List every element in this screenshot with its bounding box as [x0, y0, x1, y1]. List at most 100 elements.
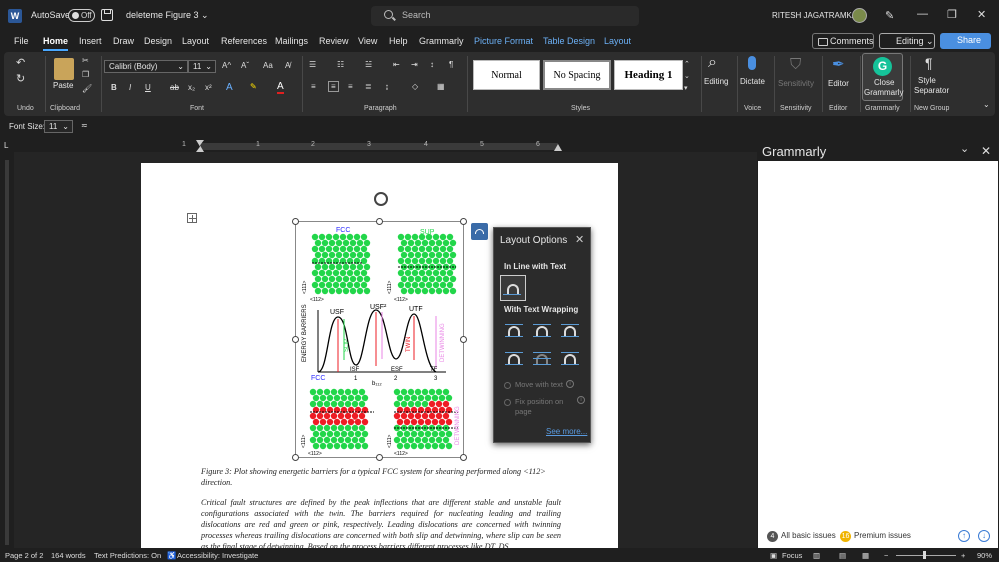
next-issue-icon[interactable]: ↓: [978, 530, 990, 542]
info-icon[interactable]: i: [577, 396, 585, 404]
resize-handle[interactable]: [292, 336, 299, 343]
wrap-inline-option[interactable]: [500, 275, 526, 301]
align-center-icon[interactable]: ≡: [328, 81, 339, 92]
restore-icon[interactable]: ❐: [947, 8, 957, 21]
tab-design[interactable]: Design: [144, 36, 172, 46]
grow-font-icon[interactable]: A^: [222, 61, 231, 70]
zoom-slider[interactable]: [896, 555, 956, 556]
rotate-handle-icon[interactable]: [374, 192, 388, 206]
style-separator-line1[interactable]: Style: [918, 76, 936, 85]
wrap-in-front-option[interactable]: [558, 349, 580, 366]
customize-icon[interactable]: ≂: [81, 121, 88, 130]
editing-mode-button[interactable]: Editing ⌄: [879, 33, 935, 49]
ribbon-collapse-icon[interactable]: ⌄: [983, 100, 990, 109]
numbering-icon[interactable]: ☷: [337, 60, 344, 69]
show-marks-icon[interactable]: ¶: [449, 60, 453, 69]
zoom-slider-knob[interactable]: [923, 551, 926, 559]
user-name[interactable]: RITESH JAGATRAMKA: [772, 11, 857, 20]
tab-file[interactable]: File: [14, 36, 29, 46]
save-icon[interactable]: [101, 9, 113, 21]
resize-handle[interactable]: [460, 218, 467, 225]
horizontal-ruler[interactable]: L 1 1 2 3 4 5 6: [0, 140, 757, 152]
figure-image[interactable]: FCC SUP <112> <112> <111> <111> USF USF²…: [292, 192, 467, 461]
find-icon[interactable]: ⌕: [708, 54, 717, 72]
paste-icon[interactable]: [54, 58, 74, 80]
tab-help[interactable]: Help: [389, 36, 408, 46]
comments-button[interactable]: Comments: [812, 33, 874, 49]
wrap-square-option[interactable]: [502, 321, 524, 338]
microphone-icon[interactable]: [748, 56, 756, 70]
layout-options-button[interactable]: [471, 223, 488, 240]
tab-stop-icon[interactable]: L: [4, 141, 8, 150]
tab-grammarly[interactable]: Grammarly: [419, 36, 464, 46]
tab-references[interactable]: References: [221, 36, 267, 46]
tab-home[interactable]: Home: [43, 36, 69, 51]
avatar[interactable]: [852, 8, 867, 23]
resize-handle[interactable]: [376, 454, 383, 461]
style-heading-1[interactable]: Heading 1: [614, 60, 683, 90]
print-layout-icon[interactable]: ▤: [839, 551, 846, 560]
style-separator-icon[interactable]: ¶: [925, 55, 933, 71]
line-spacing-icon[interactable]: ↨: [385, 82, 389, 91]
premium-issues-filter[interactable]: 16 Premium issues: [840, 531, 911, 542]
italic-icon[interactable]: I: [129, 83, 131, 92]
zoom-out-icon[interactable]: −: [884, 551, 888, 560]
search-box[interactable]: Search: [371, 6, 639, 26]
shrink-font-icon[interactable]: Aˇ: [241, 61, 249, 70]
autosave-toggle[interactable]: Off: [68, 9, 95, 22]
styles-scroll-down-icon[interactable]: ⌄: [684, 72, 690, 80]
styles-more-icon[interactable]: ▾: [684, 84, 688, 92]
resize-handle[interactable]: [460, 454, 467, 461]
basic-issues-filter[interactable]: 4 All basic issues: [767, 531, 836, 542]
wrap-behind-text-option[interactable]: [530, 349, 552, 366]
font-name-select[interactable]: Calibri (Body) ⌄: [104, 60, 188, 73]
style-normal[interactable]: Normal: [473, 60, 540, 90]
text-predictions[interactable]: Text Predictions: On: [94, 551, 161, 560]
figure-caption[interactable]: Figure 3: Plot showing energetic barrier…: [201, 466, 561, 488]
focus-icon[interactable]: ▣: [770, 551, 777, 560]
web-layout-icon[interactable]: ▦: [862, 551, 869, 560]
multilevel-list-icon[interactable]: ☱: [365, 60, 372, 69]
wrap-through-option[interactable]: [558, 321, 580, 338]
increase-indent-icon[interactable]: ⇥: [411, 60, 418, 69]
close-icon[interactable]: ✕: [981, 144, 991, 158]
zoom-level[interactable]: 90%: [977, 551, 992, 560]
tab-layout[interactable]: Layout: [182, 36, 209, 46]
info-icon[interactable]: i: [566, 380, 574, 388]
format-painter-icon[interactable]: 🖌: [82, 84, 92, 93]
close-grammarly-button[interactable]: G Close Grammarly: [862, 53, 904, 101]
resize-handle[interactable]: [376, 218, 383, 225]
underline-icon[interactable]: U: [145, 83, 151, 92]
highlight-icon[interactable]: ✎: [250, 82, 257, 91]
wrap-top-bottom-option[interactable]: [502, 349, 524, 366]
tab-table-layout[interactable]: Layout: [604, 36, 631, 46]
tab-review[interactable]: Review: [319, 36, 349, 46]
share-button[interactable]: Share: [940, 33, 991, 49]
tab-view[interactable]: View: [358, 36, 377, 46]
page-count[interactable]: Page 2 of 2: [5, 551, 43, 560]
tab-picture-format[interactable]: Picture Format: [474, 36, 533, 46]
font-size-bar-select[interactable]: 11 ⌄: [44, 120, 73, 133]
redo-icon[interactable]: ↻: [16, 72, 25, 85]
close-icon[interactable]: ✕: [977, 8, 986, 21]
document-title[interactable]: deleteme Figure 3 ⌄: [126, 10, 209, 21]
undo-icon[interactable]: ↶: [16, 56, 25, 69]
align-right-icon[interactable]: ≡: [348, 82, 353, 91]
dictate-label[interactable]: Dictate: [740, 77, 765, 86]
tab-draw[interactable]: Draw: [113, 36, 134, 46]
wrap-tight-option[interactable]: [530, 321, 552, 338]
font-size-select[interactable]: 11 ⌄: [188, 60, 216, 73]
resize-handle[interactable]: [292, 454, 299, 461]
styles-scroll-up-icon[interactable]: ⌃: [684, 60, 690, 68]
resize-handle[interactable]: [460, 336, 467, 343]
paste-label[interactable]: Paste: [53, 81, 73, 90]
sort-icon[interactable]: ↕: [430, 60, 434, 69]
tab-mailings[interactable]: Mailings: [275, 36, 308, 46]
tab-insert[interactable]: Insert: [79, 36, 102, 46]
style-separator-line2[interactable]: Separator: [914, 86, 949, 95]
tab-table-design[interactable]: Table Design: [543, 36, 595, 46]
resize-handle[interactable]: [292, 218, 299, 225]
clear-formatting-icon[interactable]: A̸: [285, 61, 290, 70]
accessibility-icon[interactable]: ♿: [167, 551, 176, 560]
accessibility-status[interactable]: Accessibility: Investigate: [177, 551, 258, 560]
